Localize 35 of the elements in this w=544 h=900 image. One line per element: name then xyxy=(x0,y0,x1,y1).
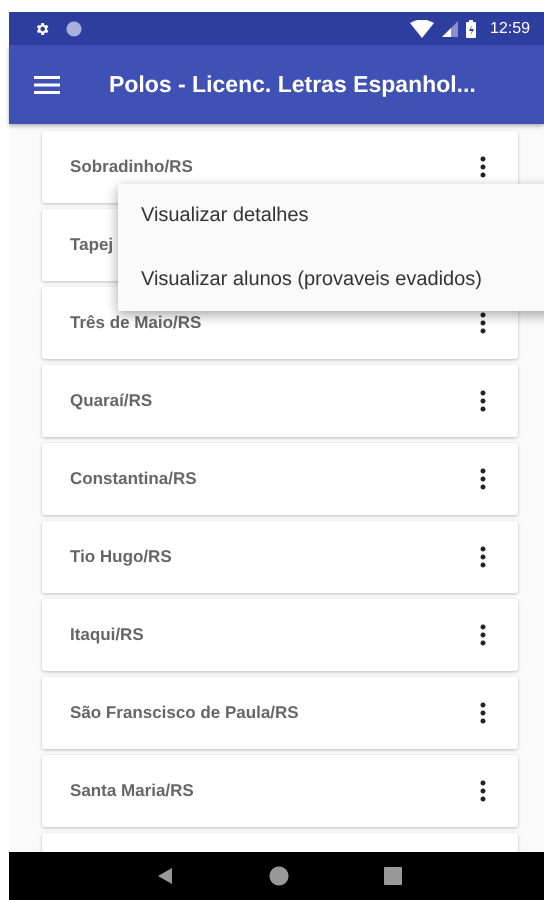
list-card[interactable]: Itaqui/RS xyxy=(42,599,518,671)
menu-icon[interactable] xyxy=(34,74,60,94)
recents-icon[interactable] xyxy=(384,867,402,885)
more-options-icon[interactable] xyxy=(480,468,486,490)
list-card[interactable]: Quaraí/RS xyxy=(42,365,518,437)
more-options-icon[interactable] xyxy=(480,780,486,802)
more-options-icon[interactable] xyxy=(480,312,486,334)
polo-name: Quaraí/RS xyxy=(70,391,152,411)
list-card[interactable]: São Franscisco de Paula/RS xyxy=(42,677,518,749)
polo-name: São Franscisco de Paula/RS xyxy=(70,703,299,723)
polo-name: Tapej xyxy=(70,235,114,255)
more-options-icon[interactable] xyxy=(480,546,486,568)
gear-icon xyxy=(34,20,50,36)
more-options-icon[interactable] xyxy=(480,390,486,412)
signal-icon xyxy=(442,20,458,36)
polo-name: Santa Maria/RS xyxy=(70,781,194,801)
battery-icon xyxy=(466,20,476,38)
polo-name: Constantina/RS xyxy=(70,469,197,489)
list-card[interactable]: Constantina/RS xyxy=(42,443,518,515)
home-icon[interactable] xyxy=(268,866,289,886)
menu-item[interactable]: Visualizar detalhes xyxy=(141,204,544,228)
polo-name: Tio Hugo/RS xyxy=(70,547,172,567)
more-options-icon[interactable] xyxy=(480,156,486,178)
circle-icon xyxy=(66,20,82,36)
polo-name: Itaqui/RS xyxy=(70,625,144,645)
list-card[interactable]: Tio Hugo/RS xyxy=(42,521,518,593)
polo-name: Sobradinho/RS xyxy=(70,157,193,177)
clock-time: 12:59 xyxy=(490,20,530,38)
list-card[interactable]: Santa Maria/RS xyxy=(42,755,518,827)
back-icon[interactable] xyxy=(156,867,174,885)
wifi-icon xyxy=(410,20,434,38)
polo-name: Três de Maio/RS xyxy=(70,313,202,333)
more-options-icon[interactable] xyxy=(480,624,486,646)
more-options-icon[interactable] xyxy=(480,702,486,724)
app-title: Polos - Licenc. Letras Espanhol... xyxy=(109,71,476,98)
